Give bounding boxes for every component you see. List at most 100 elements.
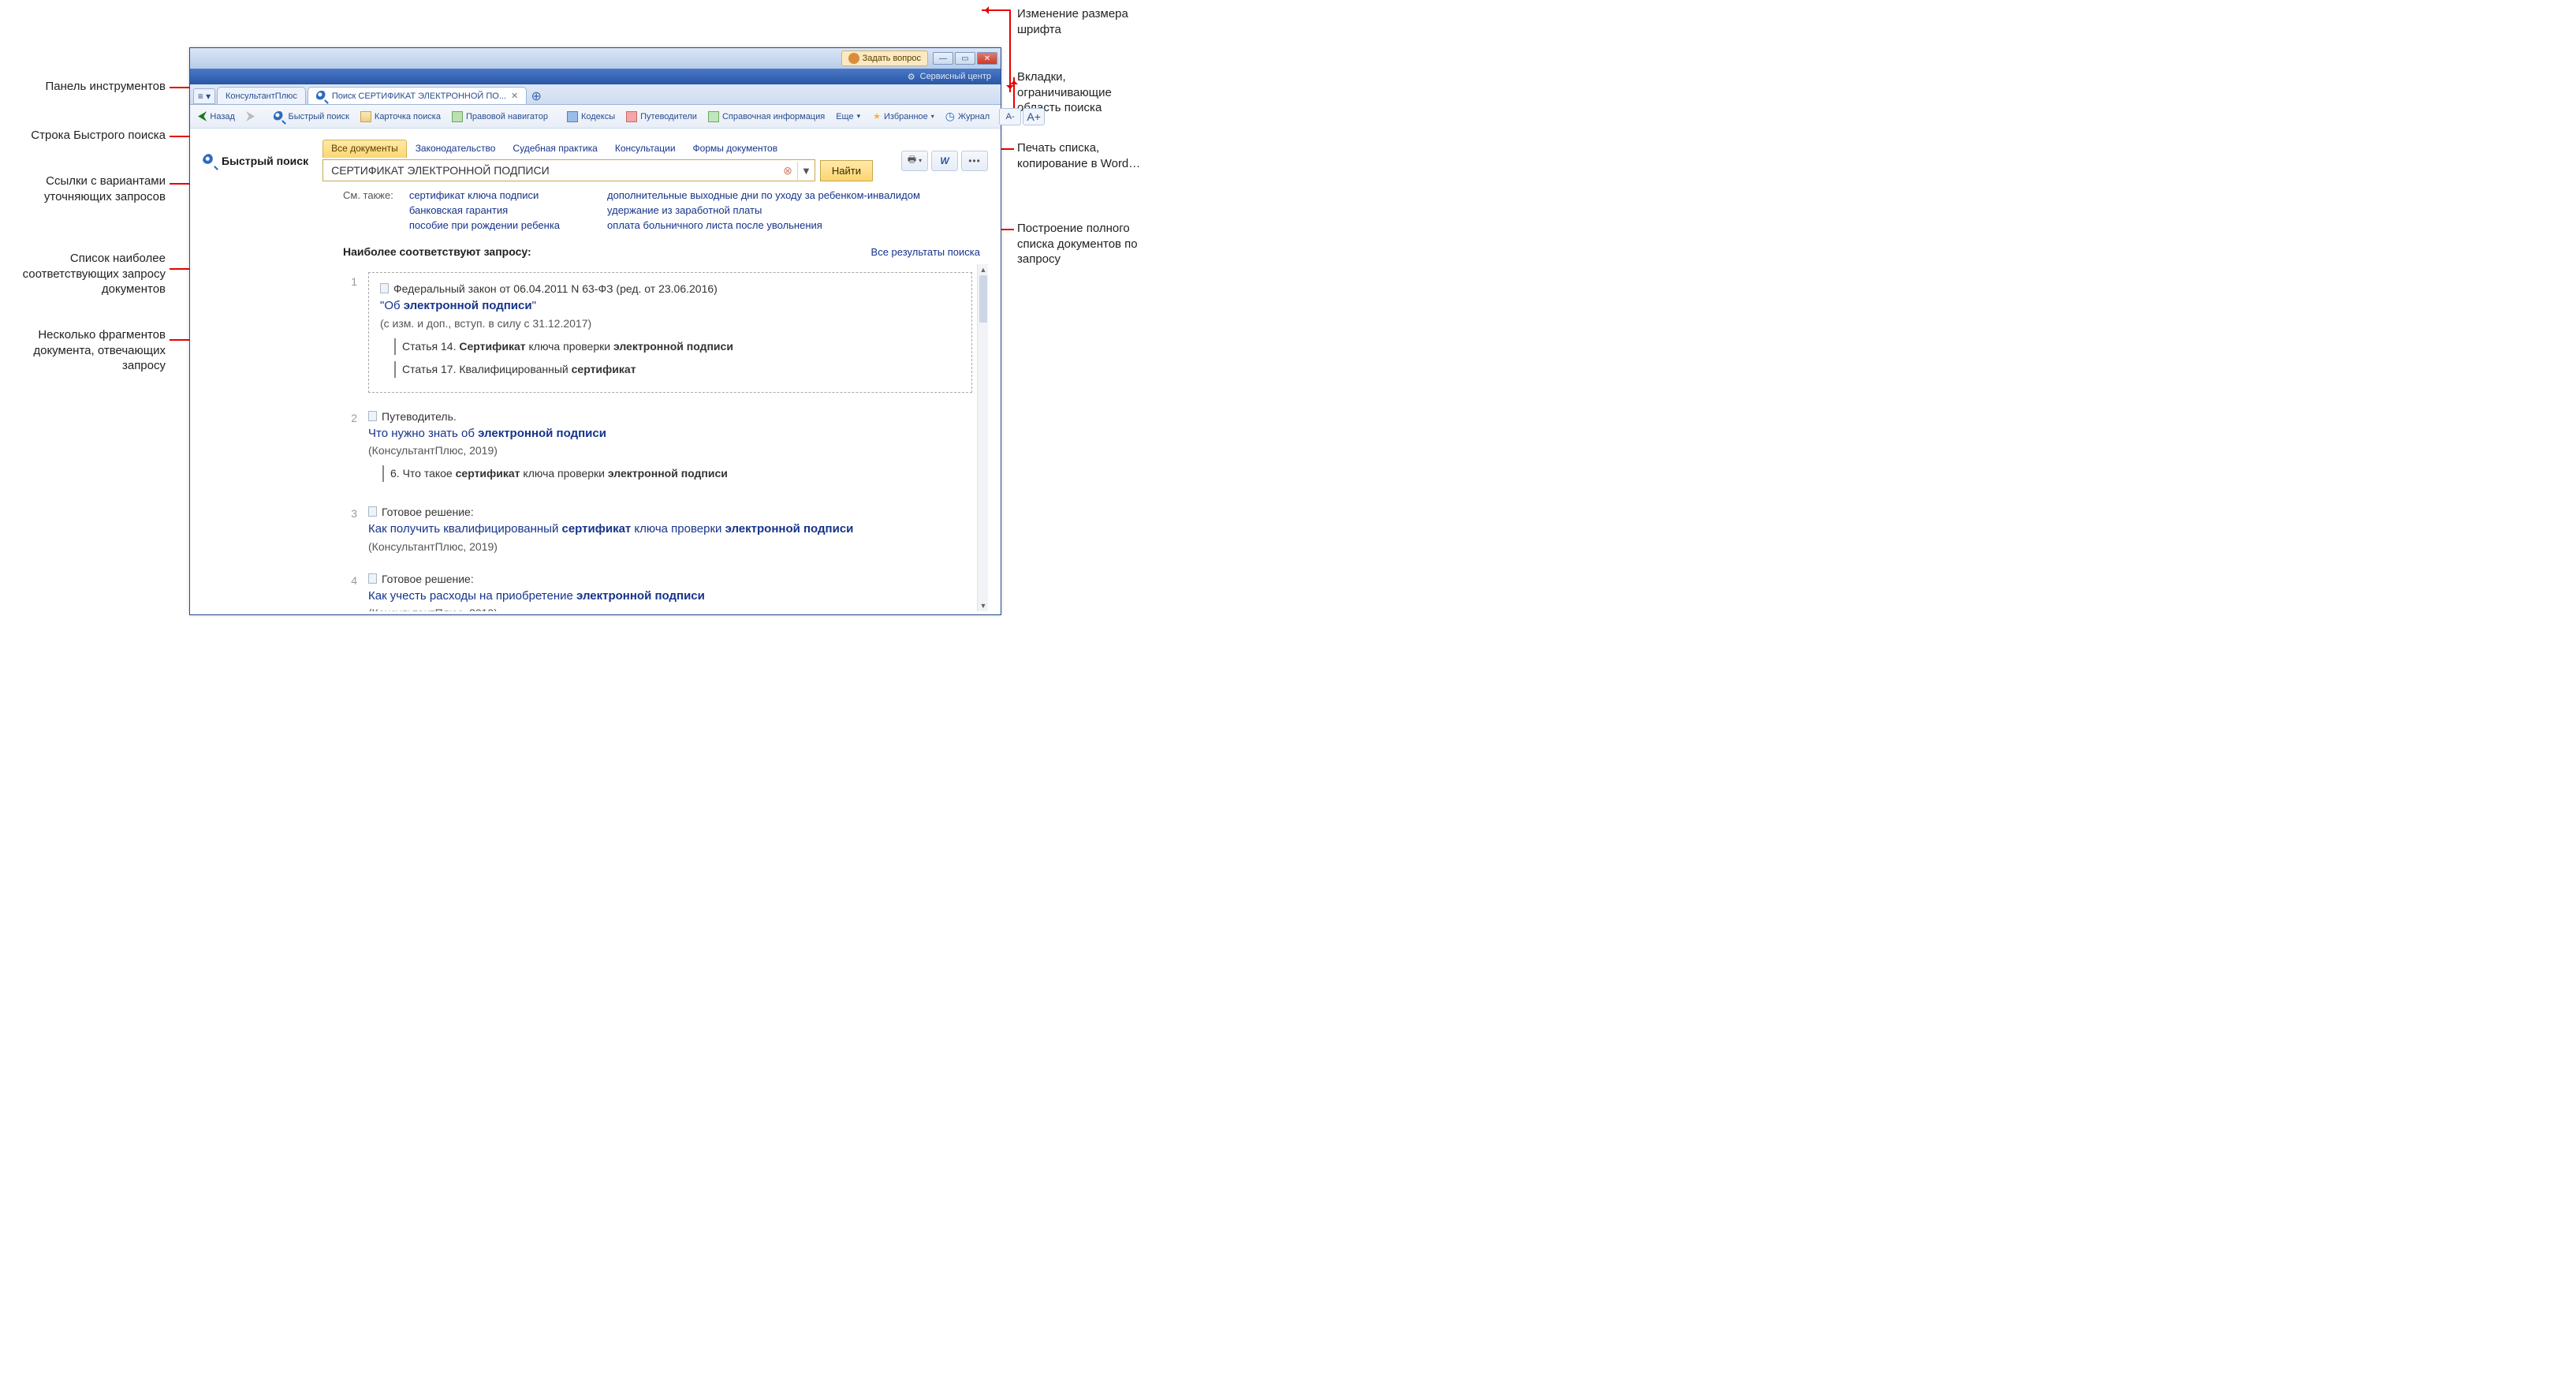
minimize-button[interactable]: — <box>933 52 953 65</box>
result-fragment[interactable]: Статья 14. Сертификат ключа проверки эле… <box>394 338 960 355</box>
suggest-link[interactable]: пособие при рождении ребенка <box>409 219 560 231</box>
annotation-allresults: Построение полного списка документов по … <box>1017 221 1159 267</box>
document-icon <box>368 573 377 584</box>
result-title-link[interactable]: Что нужно знать об электронной подписи <box>368 425 972 443</box>
legal-nav-button[interactable]: Правовой навигатор <box>447 109 553 125</box>
annotation-suggest: Ссылки с вариантами уточняющих запросов <box>0 174 166 204</box>
close-button[interactable]: ✕ <box>977 52 997 65</box>
tab-search-label: Поиск СЕРТИФИКАТ ЭЛЕКТРОННОЙ ПО... <box>332 91 506 101</box>
search-input[interactable] <box>323 164 778 177</box>
search-area: Все документы Законодательство Судебная … <box>322 140 873 181</box>
scope-legislation[interactable]: Законодательство <box>407 140 505 158</box>
suggest-link[interactable]: удержание из заработной платы <box>607 204 920 216</box>
compass-icon <box>452 111 463 122</box>
scroll-thumb[interactable] <box>979 275 987 323</box>
result-item: 4 Готовое решение:Как учесть расходы на п… <box>343 563 972 612</box>
more-button[interactable]: Еще <box>831 110 865 124</box>
result-number: 4 <box>343 571 357 612</box>
service-center-link[interactable]: Сервисный центр <box>920 72 991 81</box>
scope-consult[interactable]: Консультации <box>606 140 684 158</box>
quick-search-button[interactable]: Быстрый поиск <box>269 109 353 125</box>
tab-home[interactable]: КонсультантПлюс <box>217 87 306 104</box>
card-label: Карточка поиска <box>375 112 441 121</box>
annotation-qs: Строка Быстрого поиска <box>0 128 166 144</box>
clear-icon[interactable]: ⊗ <box>778 164 797 177</box>
result-fragments: Статья 14. Сертификат ключа проверки эле… <box>394 338 960 378</box>
maximize-button[interactable]: ▭ <box>955 52 975 65</box>
back-button[interactable]: ⮜ Назад <box>193 107 240 126</box>
search-icon <box>316 91 327 102</box>
result-subtitle: (с изм. и доп., вступ. в силу с 31.12.20… <box>380 315 960 332</box>
ask-question-button[interactable]: Задать вопрос <box>841 50 928 66</box>
result-title-link[interactable]: "Об электронной подписи" <box>380 297 960 315</box>
tab-strip: ≡ ▾ КонсультантПлюс Поиск СЕРТИФИКАТ ЭЛЕ… <box>190 84 1001 105</box>
scroll-up-icon[interactable]: ▲ <box>978 264 988 275</box>
result-meta: Готовое решение: <box>368 571 972 588</box>
result-meta: Готовое решение: <box>368 504 972 521</box>
result-body: Путеводитель.Что нужно знать об электрон… <box>368 409 972 489</box>
result-item: 2Путеводитель.Что нужно знать об электро… <box>343 401 972 497</box>
card-search-button[interactable]: Карточка поиска <box>356 109 445 125</box>
search-icon <box>203 154 217 168</box>
more-label: Еще <box>836 112 853 121</box>
suggest-link[interactable]: банковская гарантия <box>409 204 560 216</box>
suggest-link[interactable]: оплата больничного листа после увольнени… <box>607 219 920 231</box>
suggest-col-1: сертификат ключа подписи банковская гара… <box>409 189 560 231</box>
result-item: 1Федеральный закон от 06.04.2011 N 63-ФЗ… <box>343 264 972 401</box>
person-icon <box>848 53 859 64</box>
journal-button[interactable]: Журнал <box>941 107 994 125</box>
quick-search-row: Быстрый поиск Все документы Законодатель… <box>203 140 988 181</box>
app-window: Задать вопрос — ▭ ✕ Сервисный центр ≡ ▾ … <box>189 47 1001 615</box>
result-title-link[interactable]: Как получить квалифицированный сертифика… <box>368 521 972 539</box>
qs-label: Быстрый поиск <box>288 112 349 121</box>
fav-label: Избранное <box>884 112 928 121</box>
service-bar: Сервисный центр <box>190 69 1001 84</box>
arrow-right-icon: ⮞ <box>246 110 255 124</box>
find-button[interactable]: Найти <box>820 160 873 181</box>
favorites-button[interactable]: Избранное ▾ <box>868 109 939 124</box>
scrollbar[interactable]: ▲ ▼ <box>977 264 988 611</box>
print-button[interactable] <box>901 151 928 171</box>
annotation-font: Изменение размера шрифта <box>1017 6 1151 37</box>
guides-button[interactable]: Путеводители <box>621 109 702 125</box>
suggest-link[interactable]: сертификат ключа подписи <box>409 189 560 201</box>
document-icon <box>380 283 389 293</box>
tab-search[interactable]: Поиск СЕРТИФИКАТ ЭЛЕКТРОННОЙ ПО... ✕ <box>308 87 527 104</box>
new-tab-button[interactable]: ⊕ <box>528 88 544 104</box>
result-body: Готовое решение:Как учесть расходы на пр… <box>368 571 972 612</box>
search-dropdown-icon[interactable]: ▼ <box>797 162 815 180</box>
codexes-button[interactable]: Кодексы <box>562 109 620 125</box>
annotation-fragments: Несколько фрагментов документа, отвечающ… <box>0 327 166 374</box>
suggest-col-2: дополнительные выходные дни по уходу за … <box>607 189 920 231</box>
all-results-link[interactable]: Все результаты поиска <box>871 246 980 258</box>
scope-forms[interactable]: Формы документов <box>684 140 787 158</box>
card-icon <box>360 111 371 122</box>
journal-label: Журнал <box>958 112 990 121</box>
result-fragment[interactable]: 6. Что такое сертификат ключа проверки э… <box>382 465 972 482</box>
guide-icon <box>626 111 637 122</box>
scope-court[interactable]: Судебная практика <box>504 140 606 158</box>
result-title-link[interactable]: Как учесть расходы на приобретение элект… <box>368 588 972 606</box>
tab-close-icon[interactable]: ✕ <box>511 91 518 101</box>
copy-word-button[interactable]: W <box>931 151 958 171</box>
result-number: 3 <box>343 504 357 555</box>
quick-search-heading: Быстрый поиск <box>203 154 308 168</box>
scroll-down-icon[interactable]: ▼ <box>978 600 988 611</box>
document-icon <box>368 411 377 421</box>
annotation-results: Список наиболее соответствующих запросу … <box>0 251 166 297</box>
nav-label: Правовой навигатор <box>466 112 548 121</box>
forward-button[interactable]: ⮞ <box>241 107 260 126</box>
suggest-label: См. также: <box>343 189 393 231</box>
scope-all[interactable]: Все документы <box>322 140 407 158</box>
suggest-link[interactable]: дополнительные выходные дни по уходу за … <box>607 189 920 201</box>
info-icon <box>708 111 719 122</box>
more-actions-button[interactable] <box>961 151 988 171</box>
result-body: Федеральный закон от 06.04.2011 N 63-ФЗ … <box>368 272 972 393</box>
search-icon <box>274 111 285 122</box>
font-increase-button[interactable]: A+ <box>1023 108 1045 125</box>
font-decrease-button[interactable]: A- <box>999 108 1021 125</box>
guide-label: Путеводители <box>640 112 697 121</box>
menu-button[interactable]: ≡ ▾ <box>193 88 215 104</box>
result-fragment[interactable]: Статья 17. Квалифицированный сертификат <box>394 361 960 378</box>
ref-info-button[interactable]: Справочная информация <box>703 109 829 125</box>
